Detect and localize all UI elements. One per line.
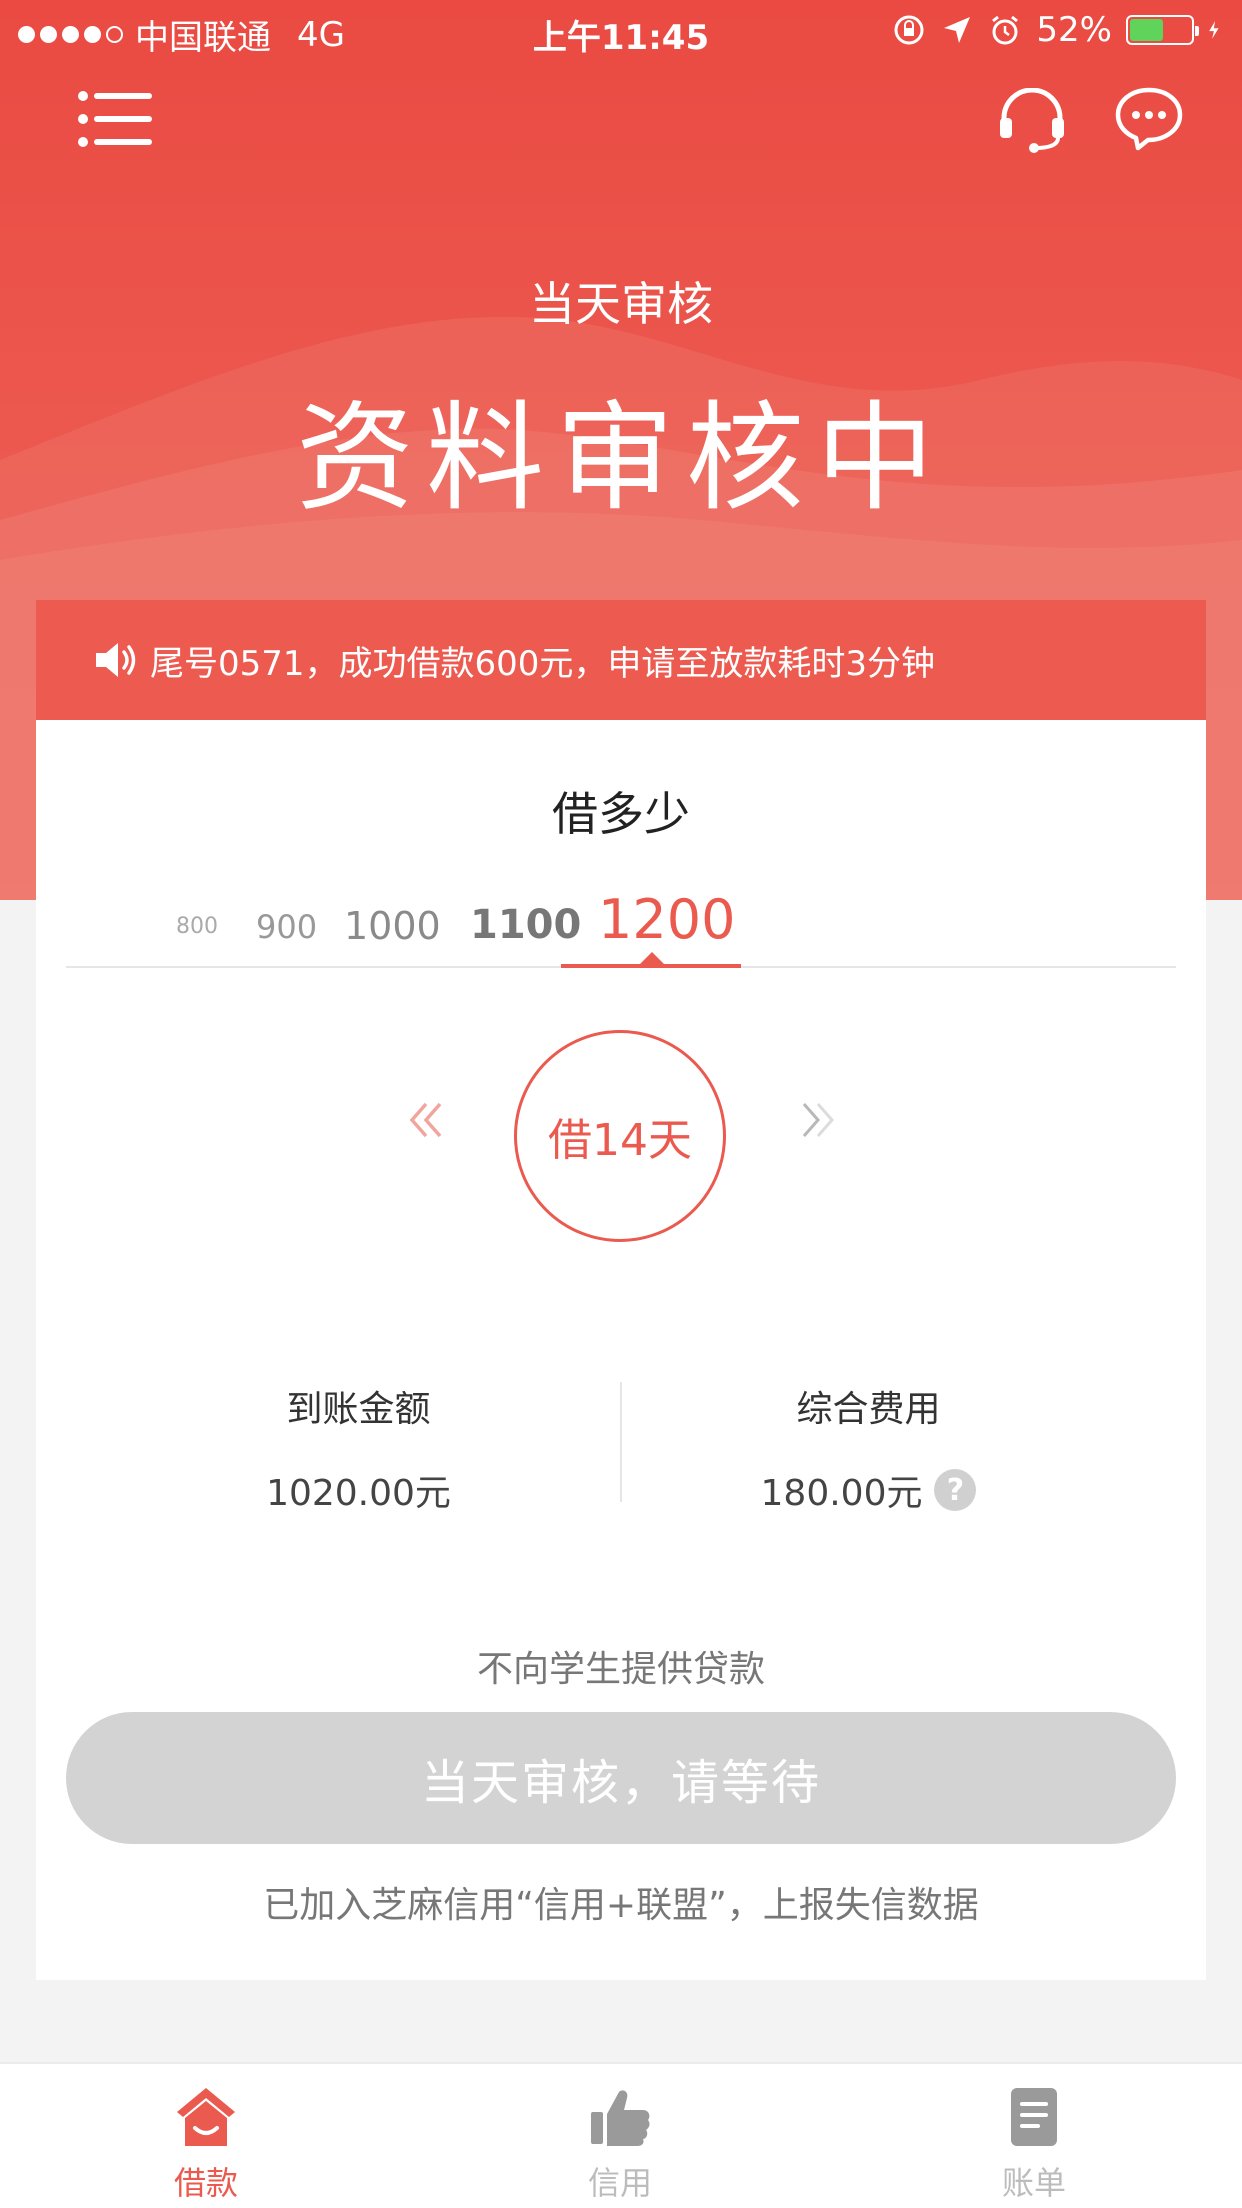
amount-title: 借多少 (552, 787, 690, 841)
status-bar: 中国联通 4G 上午11:45 52% (0, 0, 1242, 62)
document-icon (1011, 2088, 1057, 2146)
next-term-icon[interactable] (794, 1100, 838, 1140)
battery-icon (1126, 15, 1199, 45)
notice-bar: 尾号0571，成功借款600元，申请至放款耗时3分钟 (36, 600, 1206, 720)
no-student-notice: 不向学生提供贷款 (476, 1649, 765, 1690)
chat-icon[interactable] (1114, 86, 1184, 152)
rotation-lock-icon (894, 15, 924, 45)
fee-label: 综合费用 (796, 1389, 941, 1430)
amount-indicator-arrow (640, 952, 664, 964)
amount-option-900[interactable]: 900 (256, 908, 317, 946)
tab-bill[interactable]: 账单 (934, 2084, 1134, 2204)
amount-selected-indicator (561, 964, 741, 968)
term-selector[interactable]: 借14天 (514, 1030, 726, 1242)
received-amount-block: 到账金额 1020.00元 (36, 1380, 621, 1516)
tab-bar: 借款 信用 账单 (0, 2062, 1242, 2208)
menu-icon[interactable] (78, 90, 152, 148)
location-arrow-icon (944, 17, 971, 43)
loan-card: 尾号0571，成功借款600元，申请至放款耗时3分钟 借多少 800 900 1… (36, 600, 1206, 1980)
amount-option-800[interactable]: 800 (176, 914, 218, 939)
tab-loan-label: 借款 (173, 2164, 238, 2202)
help-icon[interactable]: ? (934, 1469, 977, 1511)
amount-option-1000[interactable]: 1000 (344, 904, 441, 948)
home-smile-icon (177, 2088, 235, 2146)
tab-credit-label: 信用 (587, 2164, 652, 2202)
headset-icon[interactable] (998, 88, 1066, 154)
hero-subtitle: 当天审核 (529, 277, 713, 331)
thumbs-up-icon (591, 2090, 650, 2146)
received-value: 1020.00元 (266, 1473, 451, 1514)
credit-footnote: 已加入芝麻信用“信用+联盟”，上报失信数据 (263, 1885, 979, 1926)
amount-selector[interactable]: 800 900 1000 1100 1200 (66, 880, 1176, 990)
fee-value: 180.00元 (760, 1473, 923, 1514)
amount-option-selected[interactable]: 1200 (598, 888, 735, 951)
hero-title: 资料审核中 (295, 389, 946, 527)
submit-button[interactable]: 当天审核，请等待 (66, 1712, 1176, 1844)
tab-loan[interactable]: 借款 (106, 2084, 306, 2204)
previous-term-icon[interactable] (406, 1100, 450, 1140)
speaker-icon (96, 643, 136, 677)
tab-credit[interactable]: 信用 (520, 2084, 720, 2204)
charging-bolt-icon (1209, 21, 1219, 39)
battery-percent: 52% (1036, 10, 1112, 50)
amount-option-1100[interactable]: 1100 (470, 902, 581, 948)
fee-block: 综合费用 180.00元 ? (621, 1380, 1206, 1516)
tab-bill-label: 账单 (1001, 2164, 1066, 2202)
alarm-icon (992, 15, 1019, 45)
notice-text: 尾号0571，成功借款600元，申请至放款耗时3分钟 (150, 643, 936, 684)
received-label: 到账金额 (286, 1389, 431, 1430)
